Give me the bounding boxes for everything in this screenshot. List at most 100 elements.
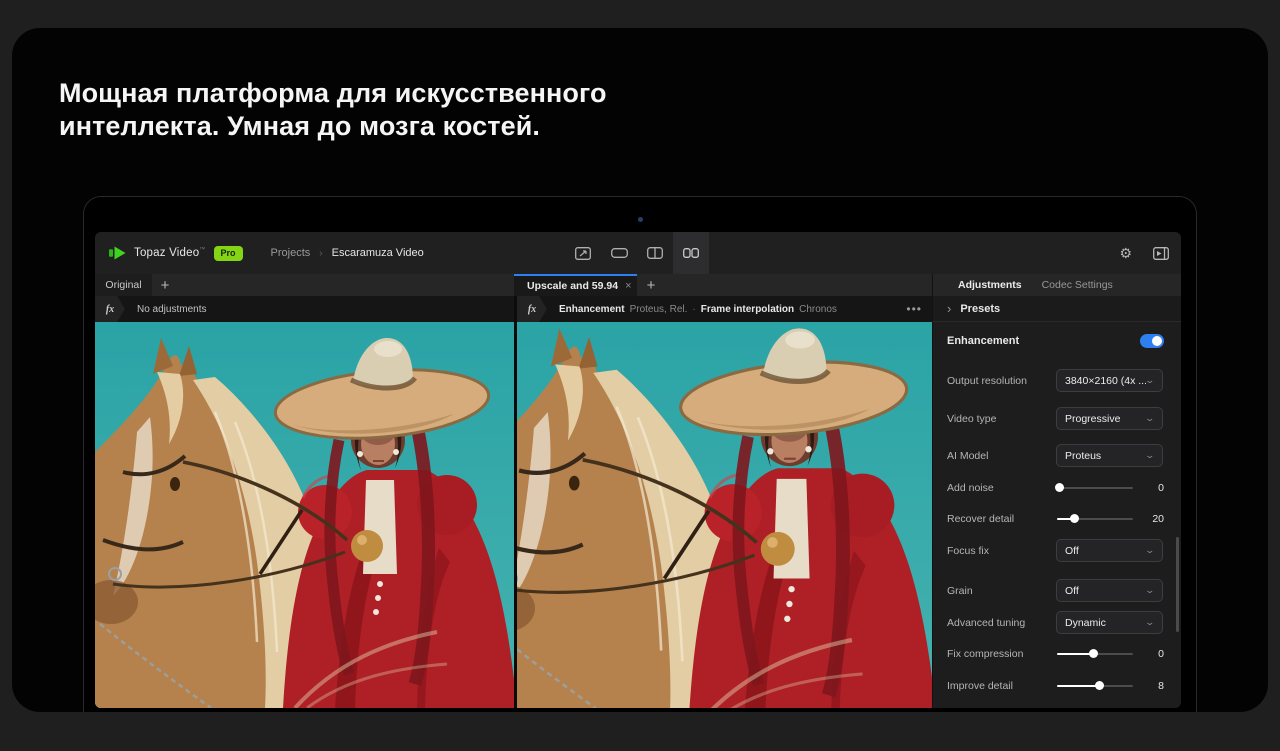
fx-icon[interactable]: fx (95, 296, 125, 322)
settings-gear-icon[interactable]: ⚙ (1119, 246, 1132, 260)
focus-fix-row: Focus fix Off ⌄ (933, 539, 1181, 562)
recover-detail-slider[interactable] (1057, 513, 1133, 525)
chevron-down-icon: ⌄ (1145, 545, 1156, 556)
enhanced-video-frame (517, 322, 932, 708)
tab-original-label: Original (105, 279, 141, 291)
ai-model-row: AI Model Proteus ⌄ (933, 444, 1181, 467)
grain-label: Grain (947, 585, 973, 597)
recover-detail-label: Recover detail (947, 513, 1014, 525)
split-view-button[interactable] (637, 232, 673, 274)
improve-detail-slider[interactable] (1057, 680, 1133, 692)
advanced-tuning-value: Dynamic (1065, 617, 1106, 629)
ai-model-select[interactable]: Proteus ⌄ (1056, 444, 1163, 467)
single-view-icon (611, 248, 628, 258)
fix-compression-value: 0 (1134, 648, 1164, 660)
no-adjustments-label: No adjustments (137, 304, 206, 315)
export-panel-icon[interactable] (1153, 247, 1169, 260)
sidebar-tabs: Adjustments Codec Settings (932, 274, 1181, 296)
hero-headline: Мощная платформа для искусственного инте… (59, 77, 607, 143)
focus-fix-select[interactable]: Off ⌄ (1056, 539, 1163, 562)
video-type-value: Progressive (1065, 413, 1120, 425)
focus-fix-value: Off (1065, 545, 1079, 557)
topbar-right-actions: ⚙ (1119, 232, 1169, 274)
add-noise-label: Add noise (947, 482, 994, 494)
tab-upscale[interactable]: Upscale and 59.94 × (514, 274, 637, 296)
add-tab-button-right[interactable]: + (641, 274, 661, 296)
enhancement-filter-value: Proteus, Rel. (630, 304, 688, 315)
add-noise-slider[interactable] (1057, 482, 1133, 494)
slider-knob[interactable] (1070, 514, 1079, 523)
presets-label: Presets (960, 303, 1000, 315)
sidebar-scrollbar[interactable] (1176, 537, 1179, 632)
right-pane-toolbar: fx Enhancement Proteus, Rel. · Frame int… (517, 296, 932, 322)
video-type-label: Video type (947, 413, 996, 425)
fx-icon[interactable]: fx (517, 296, 547, 322)
more-options-icon[interactable]: ••• (906, 302, 922, 316)
fix-compression-row: Fix compression 0 (933, 642, 1181, 665)
scale-view-button[interactable] (565, 232, 601, 274)
fix-compression-slider[interactable] (1057, 648, 1133, 660)
slider-track[interactable] (1057, 518, 1133, 520)
camera-dot (638, 217, 643, 222)
improve-detail-row: Improve detail 8 (933, 674, 1181, 697)
grain-row: Grain Off ⌄ (933, 579, 1181, 602)
breadcrumb-separator-icon: › (319, 248, 322, 259)
adjustments-panel: Enhancement Output resolution 3840×2160 … (932, 322, 1181, 708)
ai-model-label: AI Model (947, 450, 988, 462)
add-noise-value: 0 (1134, 482, 1164, 494)
original-video-frame (95, 322, 514, 708)
topaz-logo-icon (109, 246, 126, 260)
slider-knob[interactable] (1089, 649, 1098, 658)
ai-model-value: Proteus (1065, 450, 1101, 462)
enhancement-filter-label: Enhancement (559, 304, 625, 315)
recover-detail-value: 20 (1134, 513, 1164, 525)
slider-track[interactable] (1057, 487, 1133, 489)
chevron-down-icon: ⌄ (1145, 617, 1156, 628)
video-type-select[interactable]: Progressive ⌄ (1056, 407, 1163, 430)
focus-fix-label: Focus fix (947, 545, 989, 557)
breadcrumb: Projects › Escaramuza Video (271, 247, 424, 259)
slider-track[interactable] (1057, 653, 1133, 655)
slider-track[interactable] (1057, 685, 1133, 687)
app-window: Topaz Video™ Pro Projects › Escaramuza V… (95, 232, 1181, 708)
improve-detail-label: Improve detail (947, 680, 1013, 692)
close-tab-icon[interactable]: × (625, 280, 631, 292)
interpolation-filter-label: Frame interpolation (701, 304, 794, 315)
breadcrumb-projects[interactable]: Projects (271, 247, 311, 259)
side-by-side-view-button[interactable] (673, 232, 709, 274)
tab-original[interactable]: Original (95, 274, 152, 296)
interpolation-filter-value: Chronos (799, 304, 837, 315)
video-preview-original (95, 322, 514, 708)
slider-knob[interactable] (1055, 483, 1064, 492)
tab-codec-settings[interactable]: Codec Settings (1042, 279, 1113, 291)
grain-value: Off (1065, 585, 1079, 597)
output-resolution-row: Output resolution 3840×2160 (4x ... ⌄ (933, 369, 1181, 392)
headline-line-1: Мощная платформа для искусственного (59, 77, 607, 110)
add-tab-button-left[interactable]: + (155, 274, 175, 296)
chevron-down-icon: ⌄ (1145, 375, 1156, 386)
chevron-right-icon: › (947, 302, 951, 315)
page: Мощная платформа для искусственного инте… (0, 0, 1280, 751)
output-resolution-value: 3840×2160 (4x ... (1065, 375, 1146, 387)
slider-knob[interactable] (1095, 681, 1104, 690)
single-view-button[interactable] (601, 232, 637, 274)
presets-section-header[interactable]: › Presets (932, 296, 1181, 322)
chevron-down-icon: ⌄ (1145, 585, 1156, 596)
side-by-side-view-icon (683, 248, 699, 258)
enhancement-toggle[interactable] (1140, 334, 1164, 348)
enhancement-row: Enhancement (933, 329, 1181, 352)
output-resolution-label: Output resolution (947, 375, 1027, 387)
advanced-tuning-select[interactable]: Dynamic ⌄ (1056, 611, 1163, 634)
output-resolution-select[interactable]: 3840×2160 (4x ... ⌄ (1056, 369, 1163, 392)
trademark: ™ (199, 247, 205, 253)
tab-adjustments[interactable]: Adjustments (958, 279, 1022, 291)
video-preview-enhanced (517, 322, 932, 708)
breadcrumb-current: Escaramuza Video (332, 247, 424, 259)
view-mode-switcher (565, 232, 709, 274)
toggle-knob (1152, 336, 1162, 346)
tab-strip-row: Original + Upscale and 59.94 × + (95, 274, 1181, 296)
add-noise-row: Add noise 0 (933, 476, 1181, 499)
pro-badge: Pro (214, 246, 243, 261)
grain-select[interactable]: Off ⌄ (1056, 579, 1163, 602)
brand-name: Topaz Video™ (134, 247, 206, 259)
